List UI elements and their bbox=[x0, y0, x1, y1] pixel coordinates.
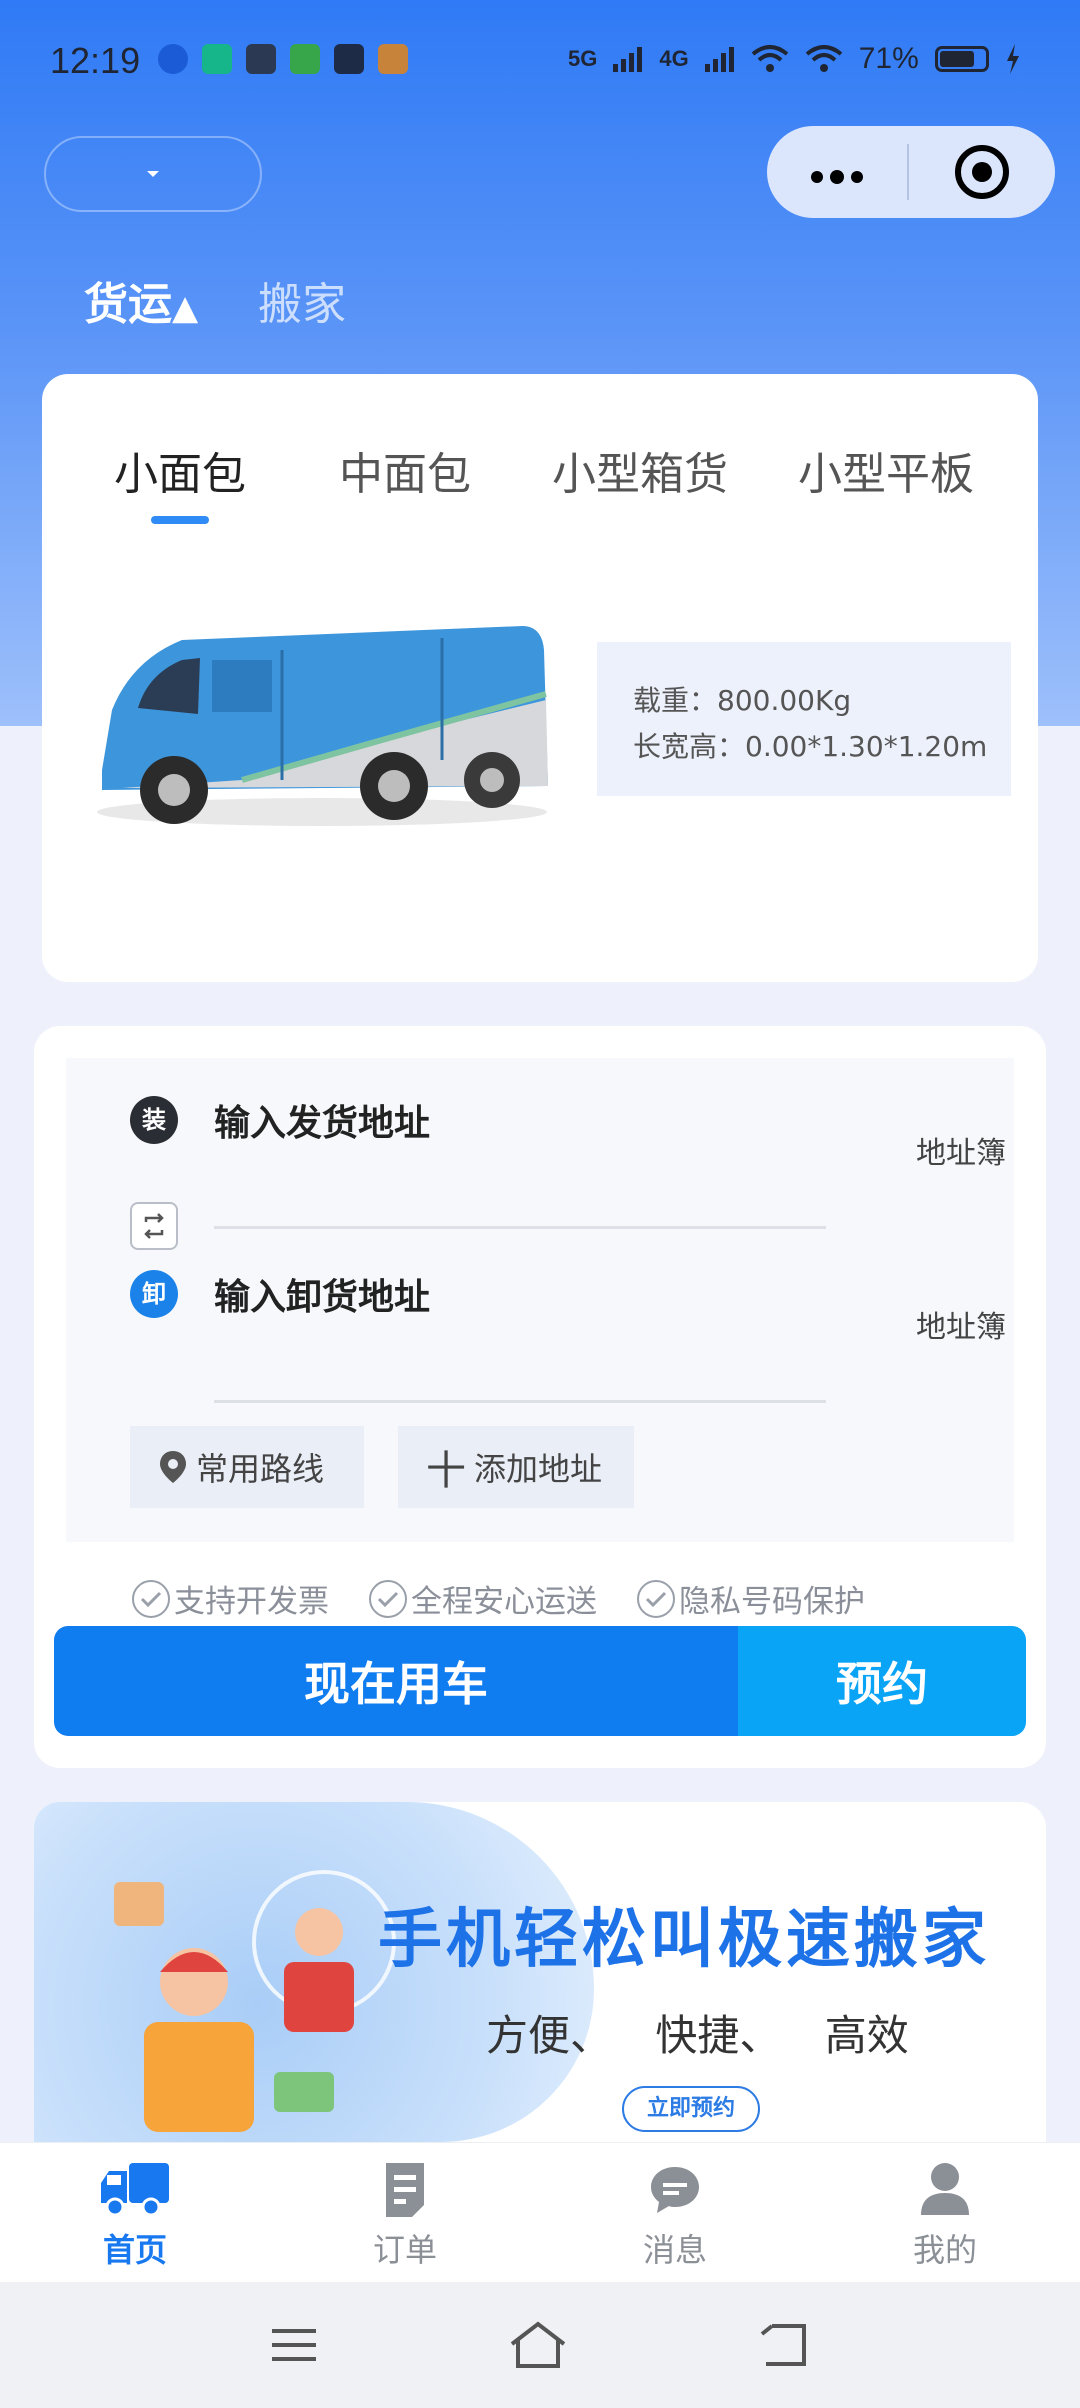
status-indicators: 5G 4G 71% bbox=[568, 42, 1021, 76]
swap-address-button[interactable] bbox=[130, 1202, 178, 1250]
promo-banner[interactable]: 手机轻松叫极速搬家 方便、 快捷、 高效 立即预约 bbox=[34, 1802, 1046, 2142]
vehicle-type-tabs: 小面包 中面包 小型箱货 小型平板 bbox=[42, 438, 1038, 518]
status-bar: 12:19 5G 4G 71% bbox=[0, 0, 1080, 128]
banner-book-now-button[interactable]: 立即预约 bbox=[622, 2086, 760, 2132]
truck-icon bbox=[101, 2163, 169, 2217]
service-tabs: 货运▲ 搬家 bbox=[84, 268, 346, 332]
guarantee-safe-transport-label: 全程安心运送 bbox=[411, 1584, 597, 1620]
signal-bars-icon bbox=[704, 47, 734, 72]
pickup-address-input[interactable]: 输入发货地址 bbox=[214, 1094, 430, 1146]
wifi-icon bbox=[805, 45, 842, 72]
menu-icon[interactable] bbox=[270, 2325, 318, 2365]
notification-icons bbox=[158, 44, 408, 74]
van-image bbox=[82, 590, 562, 840]
chat-bubble-icon bbox=[158, 44, 188, 74]
vehicle-dimensions: 长宽高：0.00*1.30*1.20m bbox=[633, 730, 988, 763]
vehicle-spec-box: 载重：800.00Kg 长宽高：0.00*1.30*1.20m bbox=[597, 642, 1011, 796]
address-divider bbox=[214, 1226, 826, 1229]
signal-4g: 4G bbox=[659, 46, 689, 71]
vehicle-tab-indicator bbox=[151, 516, 209, 524]
use-now-button[interactable]: 现在用车 bbox=[54, 1626, 738, 1736]
common-routes-button[interactable]: 常用路线 bbox=[130, 1426, 364, 1508]
pickup-address-book-link[interactable]: 地址簿 bbox=[916, 1128, 1006, 1172]
dove-app-icon bbox=[246, 44, 276, 74]
nav-home[interactable]: 首页 bbox=[0, 2143, 270, 2282]
nav-messages-label: 消息 bbox=[642, 2231, 707, 2269]
charging-bolt-icon bbox=[1006, 44, 1019, 74]
miniprogram-capsule bbox=[767, 126, 1055, 218]
tab-freight[interactable]: 货运▲ bbox=[84, 268, 198, 332]
vehicle-tab-small-box-truck[interactable]: 小型箱货 bbox=[552, 438, 728, 502]
battery-percent: 71% bbox=[858, 42, 919, 75]
vehicle-load: 载重：800.00Kg bbox=[633, 684, 852, 717]
triangle-up-icon: ▲ bbox=[172, 288, 199, 328]
tab-moving[interactable]: 搬家 bbox=[258, 268, 346, 332]
text-app-icon bbox=[290, 44, 320, 74]
wifi-icon bbox=[751, 45, 788, 72]
vehicle-tab-medium-van[interactable]: 中面包 bbox=[339, 438, 471, 502]
guarantee-invoice: 支持开发票 bbox=[132, 1576, 329, 1621]
close-miniprogram-button[interactable] bbox=[909, 144, 1055, 200]
battery-icon bbox=[934, 46, 989, 72]
van-illustration-icon bbox=[97, 626, 548, 826]
guarantee-privacy: 隐私号码保护 bbox=[637, 1576, 865, 1621]
status-time: 12:19 bbox=[50, 40, 141, 81]
location-pin-icon bbox=[160, 1451, 186, 1483]
vehicle-card: 小面包 中面包 小型箱货 小型平板 载重：800.00Kg 长宽高：0.00*1… bbox=[42, 374, 1038, 982]
order-actions: 现在用车 预约 bbox=[54, 1626, 1026, 1736]
banner-subtitle: 方便、 快捷、 高效 bbox=[486, 2011, 909, 2060]
boss-app-icon bbox=[202, 44, 232, 74]
target-circle-icon bbox=[955, 145, 1009, 199]
home-icon[interactable] bbox=[508, 2320, 568, 2370]
signal-bars-icon bbox=[613, 47, 643, 72]
nav-profile-label: 我的 bbox=[912, 2231, 977, 2269]
guarantee-safe-transport: 全程安心运送 bbox=[369, 1576, 597, 1621]
guarantee-invoice-label: 支持开发票 bbox=[174, 1584, 329, 1620]
vehicle-tab-small-flatbed[interactable]: 小型平板 bbox=[798, 438, 974, 502]
system-nav-bar bbox=[0, 2282, 1080, 2408]
message-bubble-icon bbox=[651, 2167, 699, 2213]
more-menu-button[interactable] bbox=[767, 149, 907, 195]
iqiyi-app-icon bbox=[334, 44, 364, 74]
nav-messages[interactable]: 消息 bbox=[540, 2143, 810, 2282]
pickup-address-row[interactable]: 装 输入发货地址 地址簿 bbox=[130, 1086, 1006, 1171]
plus-icon: 十 bbox=[426, 1448, 466, 1494]
nav-profile[interactable]: 我的 bbox=[810, 2143, 1080, 2282]
nav-orders[interactable]: 订单 bbox=[270, 2143, 540, 2282]
person-icon bbox=[921, 2163, 969, 2215]
order-doc-icon bbox=[386, 2163, 424, 2217]
more-dots-icon bbox=[811, 170, 863, 184]
check-circle-icon bbox=[637, 1579, 675, 1618]
dropoff-badge: 卸 bbox=[130, 1270, 178, 1318]
nav-home-label: 首页 bbox=[102, 2231, 167, 2269]
bottom-nav: 首页 订单 消息 我的 bbox=[0, 2142, 1080, 2282]
address-card: 装 输入发货地址 地址簿 卸 输入卸货地址 地址簿 常用路线 十 添加地址 支持… bbox=[34, 1026, 1046, 1768]
add-address-label: 添加地址 bbox=[474, 1450, 603, 1488]
customer-service-illustration-icon bbox=[114, 1870, 396, 2132]
add-address-button[interactable]: 十 添加地址 bbox=[398, 1426, 634, 1508]
vehicle-tab-small-van[interactable]: 小面包 bbox=[114, 438, 246, 502]
pickup-badge: 装 bbox=[130, 1096, 178, 1144]
guarantee-privacy-label: 隐私号码保护 bbox=[679, 1584, 865, 1620]
tab-freight-label: 货运 bbox=[84, 279, 172, 330]
service-guarantees: 支持开发票 全程安心运送 隐私号码保护 bbox=[132, 1576, 865, 1621]
caret-down-icon bbox=[147, 171, 159, 177]
signal-5g: 5G bbox=[568, 46, 598, 71]
dropoff-address-input[interactable]: 输入卸货地址 bbox=[214, 1268, 430, 1320]
swap-arrows-icon bbox=[144, 1213, 164, 1239]
banner-headline: 手机轻松叫极速搬家 bbox=[378, 1903, 990, 1977]
address-panel: 装 输入发货地址 地址簿 卸 输入卸货地址 地址簿 常用路线 十 添加地址 bbox=[66, 1058, 1014, 1542]
game-app-icon bbox=[378, 44, 408, 74]
address-divider bbox=[214, 1400, 826, 1403]
city-selector[interactable] bbox=[44, 136, 262, 212]
back-icon[interactable] bbox=[758, 2322, 810, 2368]
check-circle-icon bbox=[132, 1579, 170, 1618]
common-routes-label: 常用路线 bbox=[196, 1450, 325, 1488]
check-circle-icon bbox=[369, 1579, 407, 1618]
reserve-button[interactable]: 预约 bbox=[738, 1626, 1026, 1736]
dropoff-address-book-link[interactable]: 地址簿 bbox=[916, 1302, 1006, 1346]
nav-orders-label: 订单 bbox=[372, 2231, 437, 2269]
dropoff-address-row[interactable]: 卸 输入卸货地址 地址簿 bbox=[130, 1260, 1006, 1345]
